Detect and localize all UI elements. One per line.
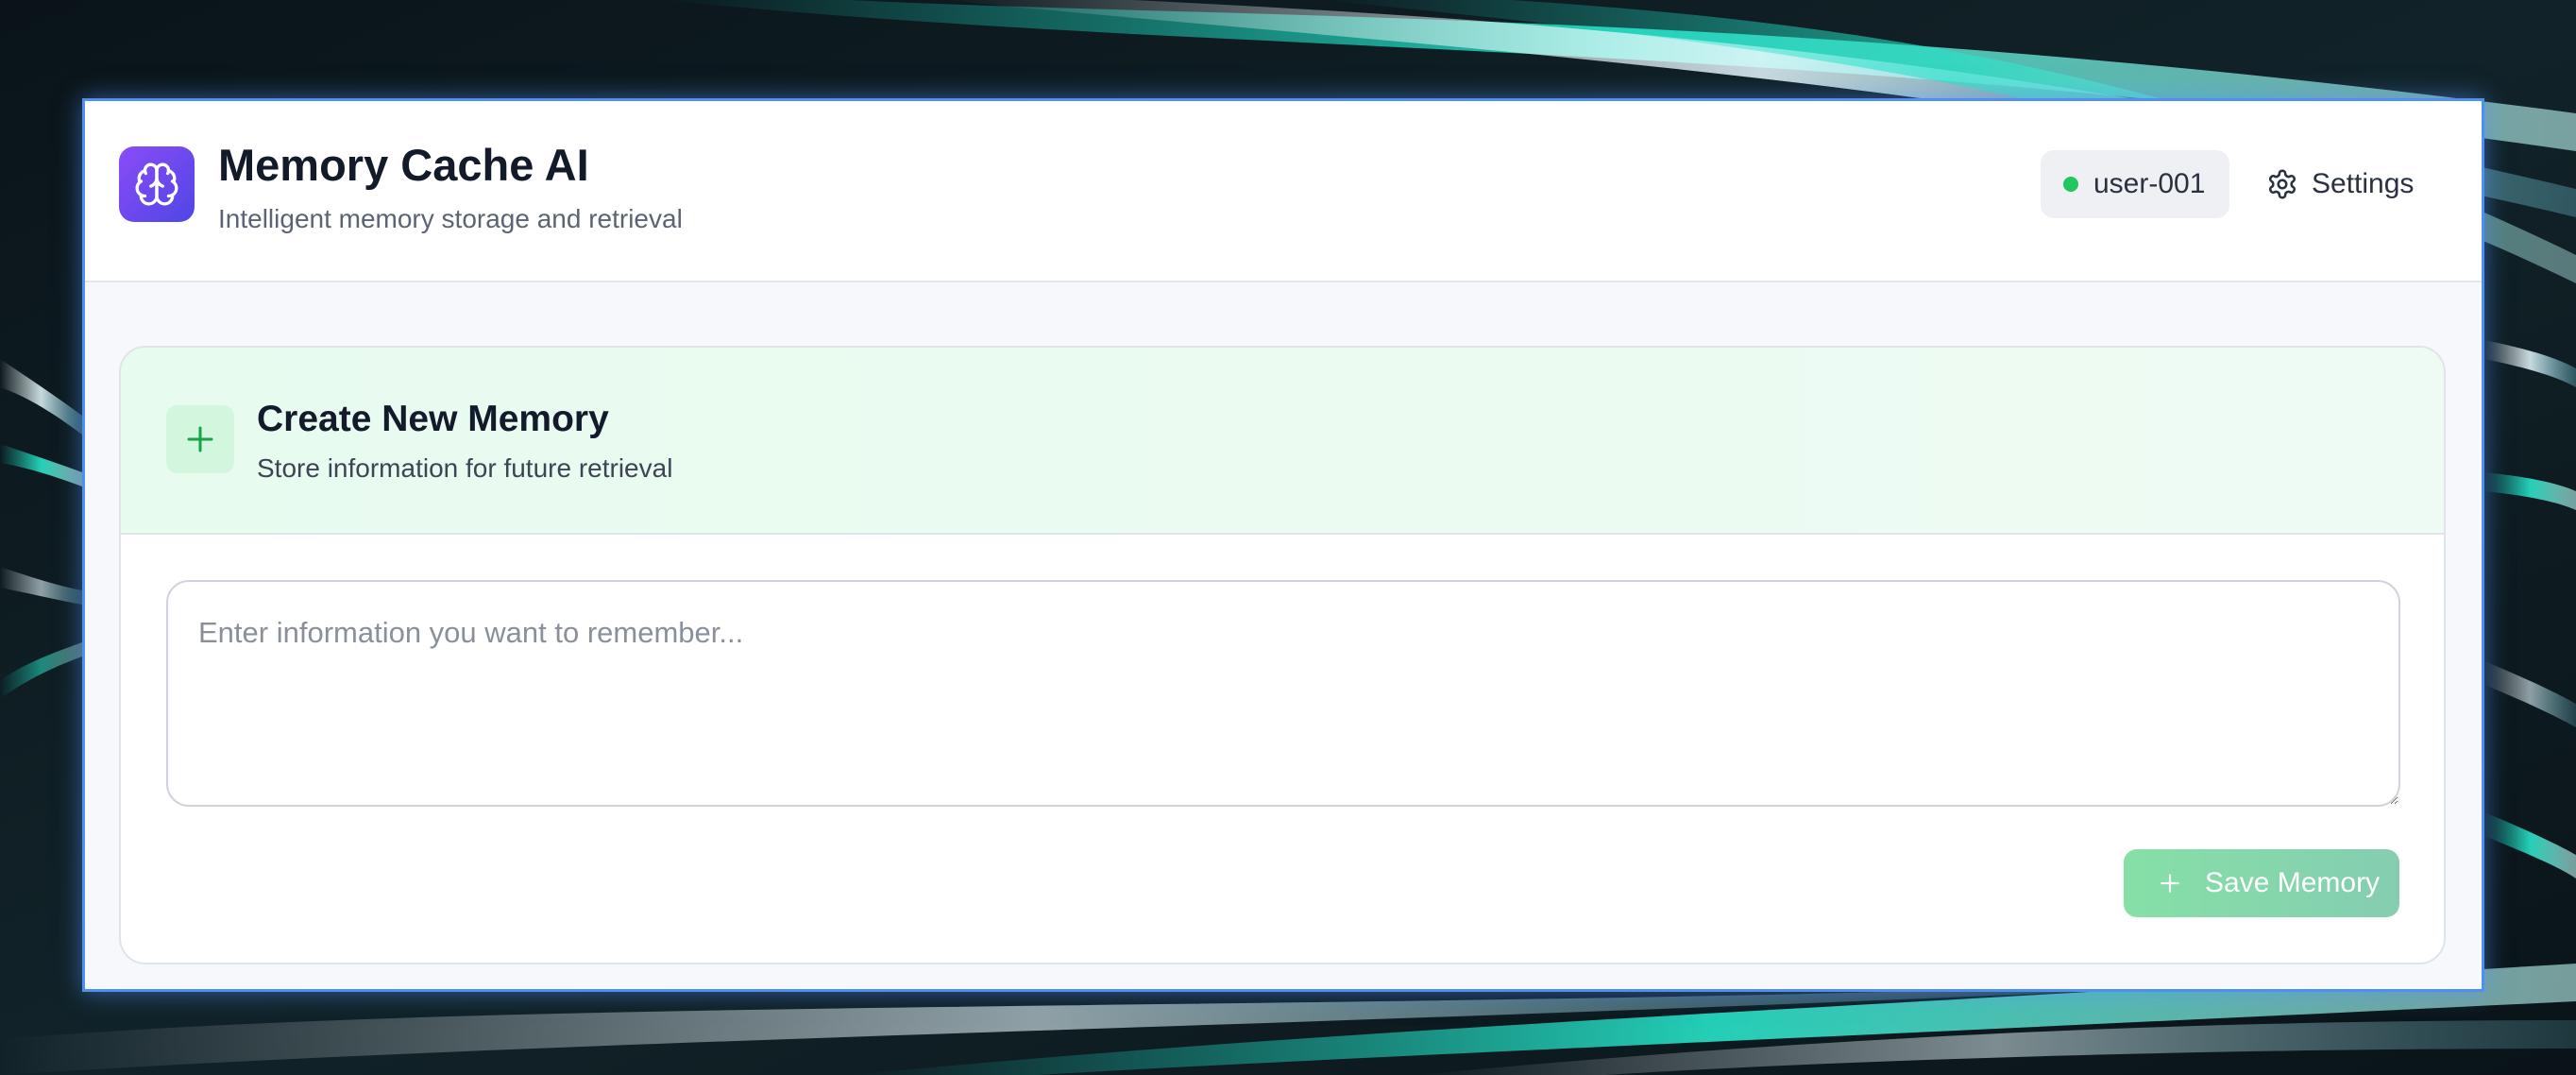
app-window: Memory Cache AI Intelligent memory stora…: [82, 98, 2484, 992]
gear-icon: [2268, 169, 2296, 199]
create-memory-title: Create New Memory: [257, 399, 609, 439]
create-memory-card: Create New Memory Store information for …: [119, 346, 2446, 964]
save-memory-label: Save Memory: [2205, 867, 2381, 898]
save-memory-button[interactable]: Save Memory: [2124, 849, 2399, 917]
user-label: user-001: [2093, 168, 2206, 199]
memory-input[interactable]: [166, 580, 2400, 807]
plus-icon: [166, 405, 234, 473]
status-indicator-icon: [2063, 177, 2078, 192]
app-title: Memory Cache AI: [218, 140, 589, 190]
create-memory-subtitle: Store information for future retrieval: [257, 453, 673, 483]
user-badge[interactable]: user-001: [2041, 150, 2229, 218]
plus-icon: [2161, 874, 2179, 893]
settings-button[interactable]: Settings: [2266, 150, 2414, 218]
brain-icon: [119, 146, 195, 222]
app-header: Memory Cache AI Intelligent memory stora…: [85, 101, 2482, 282]
app-subtitle: Intelligent memory storage and retrieval: [218, 204, 683, 233]
settings-label: Settings: [2312, 168, 2415, 199]
create-memory-header: Create New Memory Store information for …: [121, 348, 2444, 535]
